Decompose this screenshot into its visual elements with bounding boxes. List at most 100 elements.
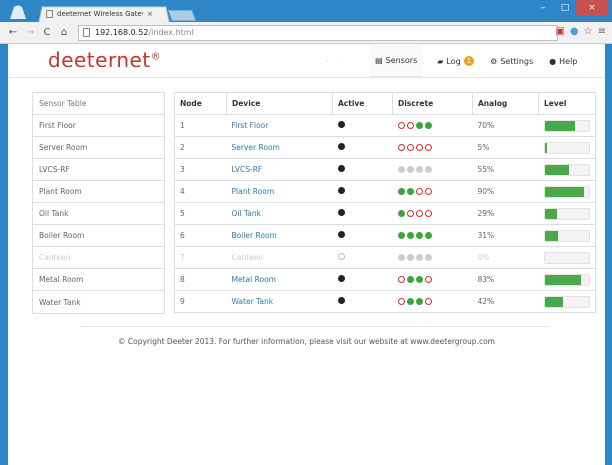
discrete-indicator-icon	[424, 166, 432, 173]
analog-cell: 29%	[472, 202, 539, 225]
nav-sensors[interactable]: ▤ Sensors	[371, 44, 422, 78]
new-tab-button[interactable]	[167, 10, 197, 21]
discrete-indicator-icon	[424, 232, 432, 239]
sensor-list-item[interactable]: Oil Tank	[33, 203, 164, 225]
book-icon: ▰	[437, 56, 444, 66]
menu-icon[interactable]: ≡	[598, 26, 606, 37]
sensor-list-item[interactable]: First Floor	[33, 115, 164, 137]
col-discrete: Discrete	[392, 92, 473, 115]
nav-settings[interactable]: ⚙ Settings	[490, 44, 533, 78]
device-link[interactable]: Server Room	[226, 136, 333, 159]
level-cell	[538, 158, 596, 181]
level-bar	[543, 163, 590, 176]
device-link[interactable]: Canteen	[226, 246, 333, 269]
level-cell	[538, 114, 596, 137]
analog-cell: 42%	[472, 290, 539, 313]
discrete-cell	[392, 290, 473, 313]
device-link[interactable]: Plant Room	[226, 180, 333, 203]
site-navbar: deeternet® ·· ▤ Sensors ▰ Log 1 ⚙ Settin…	[8, 44, 605, 78]
level-bar-fill	[544, 230, 559, 241]
table-row: 5 Oil Tank 29%	[174, 202, 596, 225]
active-cell	[332, 136, 393, 159]
discrete-cell	[392, 114, 473, 137]
page-viewport: deeternet® ·· ▤ Sensors ▰ Log 1 ⚙ Settin…	[8, 44, 605, 465]
discrete-cell	[392, 224, 473, 247]
level-bar-fill	[544, 296, 563, 307]
level-bar-fill	[544, 142, 547, 153]
discrete-cell	[392, 202, 473, 225]
device-link[interactable]: Metal Room	[226, 268, 333, 291]
sensor-list-item[interactable]: Boiler Room	[33, 225, 164, 247]
nav-log[interactable]: ▰ Log 1	[437, 44, 475, 78]
device-link[interactable]: First Floor	[226, 114, 333, 137]
sensor-list-item[interactable]: Server Room	[33, 137, 164, 159]
discrete-cell	[392, 136, 473, 159]
reload-icon[interactable]: C	[40, 27, 54, 38]
sensor-list-item[interactable]: Water Tank	[33, 291, 164, 313]
level-bar-fill	[544, 120, 576, 131]
sensor-list-item[interactable]: Canteen	[33, 247, 164, 269]
nav-log-label: Log	[446, 56, 461, 66]
discrete-indicator-icon	[397, 210, 405, 217]
bookmark-star-icon[interactable]: ☆	[584, 26, 593, 37]
forward-arrow-icon[interactable]: →	[23, 27, 37, 38]
discrete-cell	[392, 158, 473, 181]
user-profile-icon[interactable]	[8, 4, 28, 20]
discrete-indicator-icon	[397, 276, 405, 283]
back-arrow-icon[interactable]: ←	[6, 27, 20, 38]
sensor-list-item[interactable]: Metal Room	[33, 269, 164, 291]
level-bar	[543, 119, 590, 132]
active-cell	[332, 268, 393, 291]
sensor-list-item[interactable]: Plant Room	[33, 181, 164, 203]
table-row: 7 Canteen 0%	[174, 246, 596, 269]
browser-tab-content: deeternet Wireless Gatew ×	[46, 7, 164, 21]
device-link[interactable]: Oil Tank	[226, 202, 333, 225]
log-count-badge: 1	[463, 56, 475, 66]
analog-cell: 83%	[472, 268, 539, 291]
question-circle-icon: ●	[549, 56, 557, 66]
discrete-indicator-icon	[415, 298, 423, 305]
analog-cell: 5%	[472, 136, 539, 159]
active-cell	[332, 246, 393, 269]
discrete-indicator-icon	[415, 210, 423, 217]
window-controls: – □ ×	[532, 0, 608, 16]
discrete-cell	[392, 246, 473, 269]
nav-separator: ··	[326, 56, 356, 66]
extension-icon-2[interactable]: ●	[570, 26, 579, 37]
brand-logo[interactable]: deeternet®	[48, 48, 161, 72]
home-icon[interactable]: ⌂	[57, 27, 71, 38]
sensor-table: Node Device Active Discrete Analog Level…	[174, 92, 596, 313]
device-link[interactable]: LVCS-RF	[226, 158, 333, 181]
check-circle-icon	[337, 275, 345, 282]
nav-sensors-label: Sensors	[385, 55, 418, 65]
analog-cell: 0%	[472, 246, 539, 269]
discrete-indicator-icon	[406, 232, 414, 239]
address-bar[interactable]: 192.168.0.52/index.html	[78, 24, 558, 41]
minimize-button[interactable]: –	[532, 0, 554, 16]
table-row: 1 First Floor 70%	[174, 114, 596, 137]
level-bar-fill	[544, 186, 585, 197]
level-cell	[538, 136, 596, 159]
table-row: 9 Water Tank 42%	[174, 290, 596, 313]
maximize-button[interactable]: □	[554, 0, 576, 16]
device-link[interactable]: Water Tank	[226, 290, 333, 313]
discrete-indicator-icon	[406, 188, 414, 195]
active-cell	[332, 224, 393, 247]
analog-cell: 55%	[472, 158, 539, 181]
page-icon	[83, 28, 90, 37]
sensor-list-item[interactable]: LVCS-RF	[33, 159, 164, 181]
active-cell	[332, 202, 393, 225]
close-window-button[interactable]: ×	[576, 0, 608, 16]
discrete-indicator-icon	[406, 144, 414, 151]
extension-icon[interactable]: ▣	[555, 26, 564, 37]
analog-cell: 90%	[472, 180, 539, 203]
table-row: 3 LVCS-RF 55%	[174, 158, 596, 181]
discrete-indicator-icon	[415, 122, 423, 129]
tab-close-icon[interactable]: ×	[147, 10, 153, 18]
nav-help[interactable]: ● Help	[549, 44, 577, 78]
analog-cell: 70%	[472, 114, 539, 137]
discrete-indicator-icon	[406, 254, 414, 261]
sensors-icon: ▤	[375, 55, 383, 65]
device-link[interactable]: Boiler Room	[226, 224, 333, 247]
discrete-indicator-icon	[397, 298, 405, 305]
